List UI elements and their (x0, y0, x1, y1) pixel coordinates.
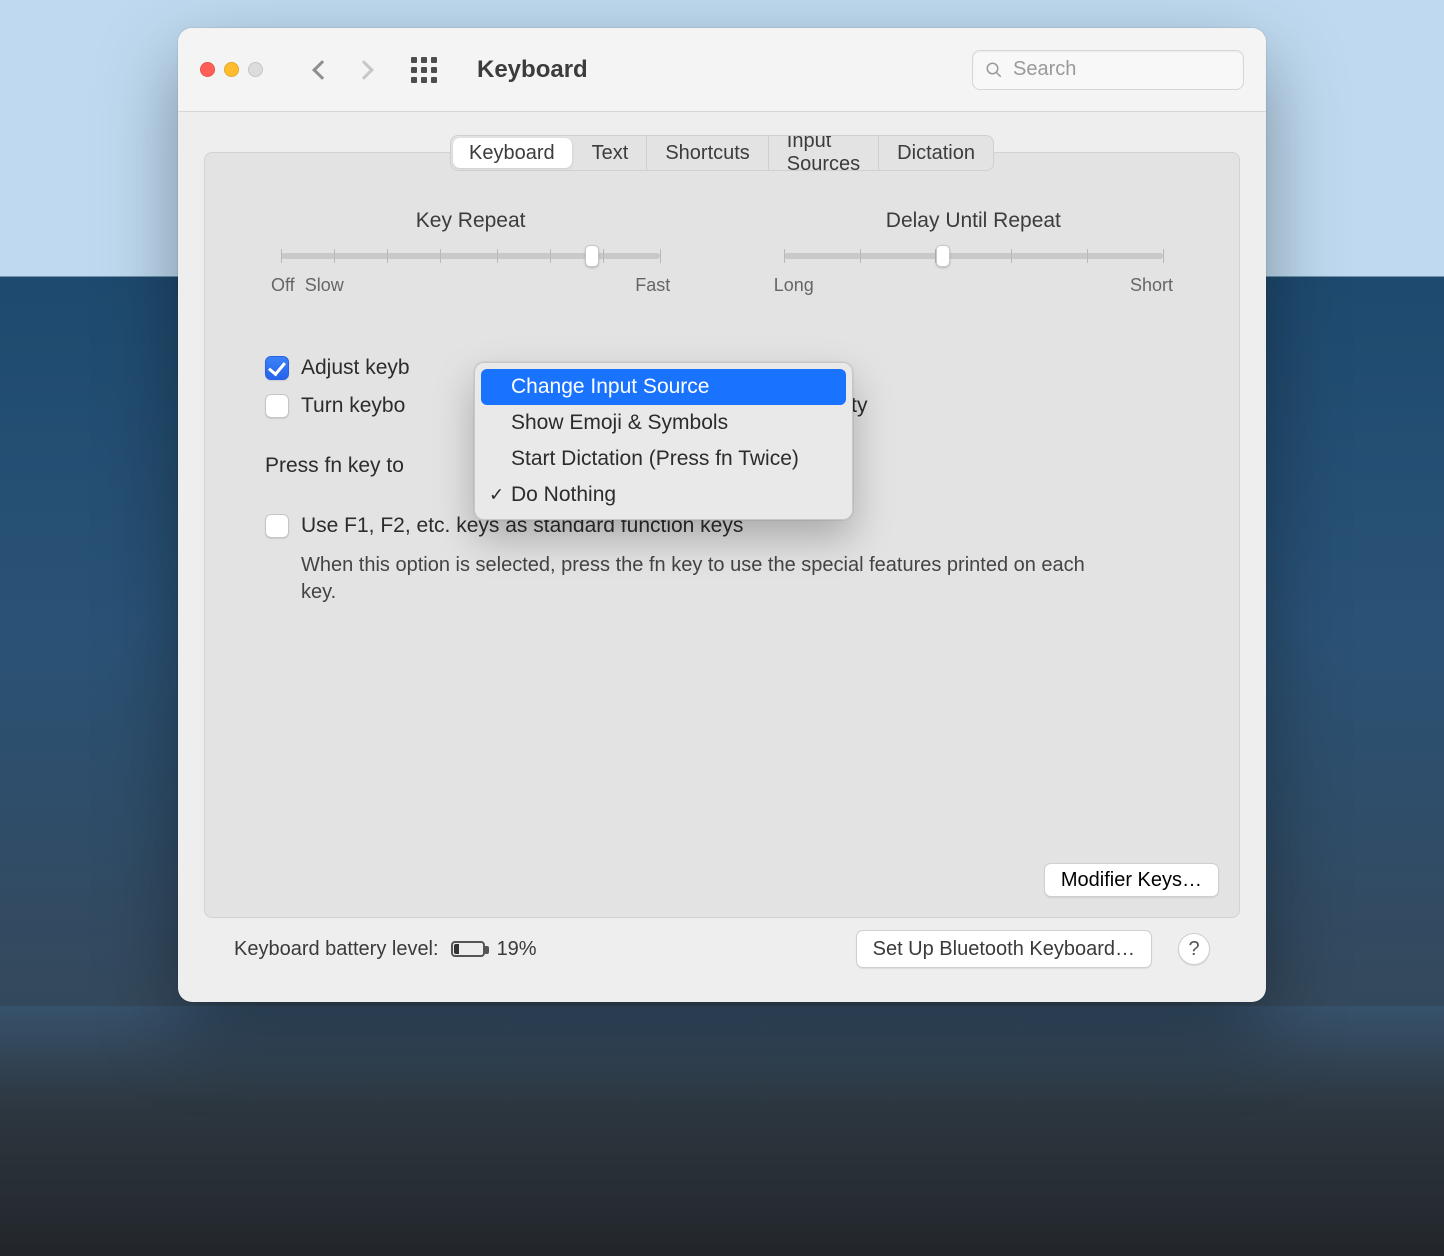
key-repeat-group: Key Repeat Off Slow Fast (265, 209, 676, 296)
tab-panel: Keyboard Text Shortcuts Input Sources Di… (204, 152, 1240, 918)
delay-short: Short (1130, 275, 1173, 296)
show-all-prefs-icon[interactable] (411, 57, 437, 83)
delay-repeat-group: Delay Until Repeat Long Short (768, 209, 1179, 296)
nav-arrows (315, 63, 371, 77)
window-traffic-lights (200, 62, 263, 77)
key-repeat-label: Key Repeat (265, 209, 676, 233)
fn-keys-checkbox[interactable] (265, 514, 289, 538)
tab-input-sources[interactable]: Input Sources (769, 136, 879, 170)
popup-item-do-nothing[interactable]: ✓ Do Nothing (481, 477, 846, 513)
checkmark-icon: ✓ (489, 485, 504, 506)
setup-bluetooth-button[interactable]: Set Up Bluetooth Keyboard… (856, 930, 1152, 968)
help-button[interactable]: ? (1178, 933, 1210, 965)
battery-percent: 19% (497, 938, 537, 961)
key-repeat-knob[interactable] (585, 245, 599, 267)
key-repeat-slider[interactable] (281, 253, 660, 259)
tab-dictation[interactable]: Dictation (879, 136, 993, 170)
popup-item-label: Do Nothing (511, 483, 616, 507)
popup-item-label: Show Emoji & Symbols (511, 411, 728, 435)
press-fn-label: Press fn key to (265, 454, 404, 478)
battery-icon (451, 941, 485, 957)
back-button-icon[interactable] (312, 60, 332, 80)
desktop-wallpaper (0, 1006, 1444, 1256)
fn-key-action-popup: Change Input Source Show Emoji & Symbols… (474, 362, 853, 520)
tab-shortcuts[interactable]: Shortcuts (647, 136, 768, 170)
key-repeat-slow: Slow (305, 275, 344, 295)
popup-item-show-emoji[interactable]: Show Emoji & Symbols (481, 405, 846, 441)
popup-item-label: Change Input Source (511, 375, 709, 399)
close-window-button[interactable] (200, 62, 215, 77)
delay-repeat-label: Delay Until Repeat (768, 209, 1179, 233)
body-area: Keyboard Text Shortcuts Input Sources Di… (178, 112, 1266, 1002)
popup-item-change-input-source[interactable]: Change Input Source (481, 369, 846, 405)
delay-repeat-slider[interactable] (784, 253, 1163, 259)
forward-button-icon[interactable] (354, 60, 374, 80)
adjust-brightness-label: Adjust keyb (301, 356, 410, 380)
sliders-row: Key Repeat Off Slow Fast (265, 209, 1179, 296)
minimize-window-button[interactable] (224, 62, 239, 77)
delay-captions: Long Short (774, 275, 1173, 296)
key-repeat-captions: Off Slow Fast (271, 275, 670, 296)
search-icon (985, 61, 1003, 79)
key-repeat-fast: Fast (635, 275, 670, 296)
help-icon: ? (1188, 938, 1199, 961)
popup-item-start-dictation[interactable]: Start Dictation (Press fn Twice) (481, 441, 846, 477)
search-placeholder: Search (1013, 58, 1076, 81)
window-title: Keyboard (477, 56, 588, 84)
delay-repeat-knob[interactable] (936, 245, 950, 267)
backlight-off-label-left: Turn keybo (301, 394, 405, 418)
delay-long: Long (774, 275, 814, 296)
popup-item-label: Start Dictation (Press fn Twice) (511, 447, 799, 471)
backlight-off-checkbox[interactable] (265, 394, 289, 418)
zoom-window-button[interactable] (248, 62, 263, 77)
system-preferences-window: Keyboard Search Keyboard Text Shortcuts … (178, 28, 1266, 1002)
modifier-keys-button[interactable]: Modifier Keys… (1044, 863, 1219, 897)
battery-label: Keyboard battery level: (234, 938, 439, 961)
fn-keys-desc: When this option is selected, press the … (301, 552, 1121, 606)
search-field[interactable]: Search (972, 50, 1244, 90)
tab-text[interactable]: Text (574, 136, 648, 170)
footer: Keyboard battery level: 19% Set Up Bluet… (204, 918, 1240, 980)
modifier-keys-label: Modifier Keys… (1061, 869, 1202, 892)
setup-bluetooth-label: Set Up Bluetooth Keyboard… (873, 938, 1135, 961)
titlebar: Keyboard Search (178, 28, 1266, 112)
adjust-brightness-checkbox[interactable] (265, 356, 289, 380)
tabs-bar: Keyboard Text Shortcuts Input Sources Di… (450, 135, 994, 171)
key-repeat-off: Off (271, 275, 295, 295)
tab-keyboard[interactable]: Keyboard (453, 138, 572, 168)
